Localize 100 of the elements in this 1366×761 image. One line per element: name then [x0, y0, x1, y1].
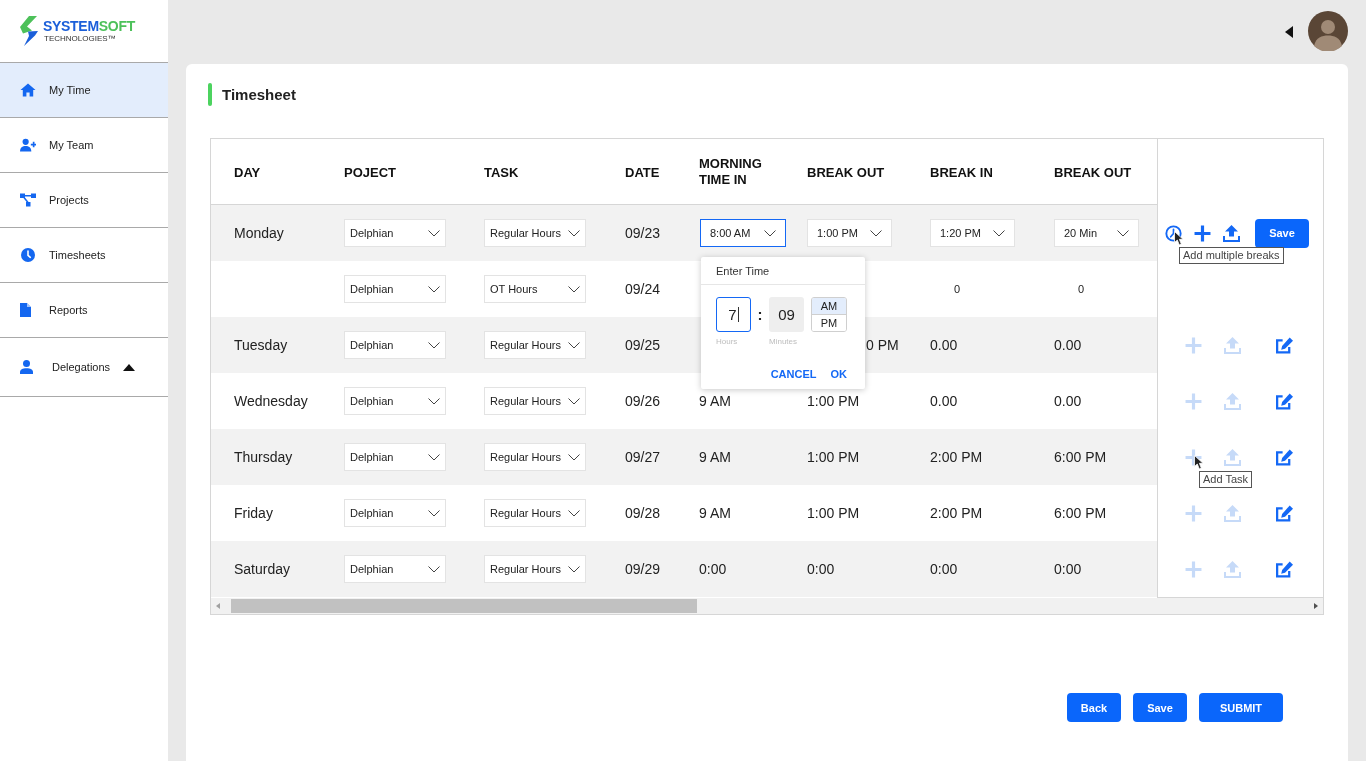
clock-icon — [20, 248, 36, 262]
break-count-cell: 0 — [954, 283, 961, 295]
submit-button[interactable]: SUBMIT — [1199, 693, 1283, 722]
time-cell: 2:00 PM — [930, 449, 983, 465]
task-select[interactable]: Regular Hours — [484, 387, 586, 415]
period-option[interactable]: PM — [812, 314, 846, 331]
logo-tagline: TECHNOLOGIES™ — [44, 33, 117, 44]
tooltip: Add Task — [1199, 470, 1253, 488]
time-cell: 6:00 PM — [1054, 449, 1107, 465]
chevron-down-icon — [568, 453, 580, 461]
task-select[interactable]: Regular Hours — [484, 555, 586, 583]
upload-icon[interactable] — [1223, 224, 1240, 242]
logo-name: SYSTEMSOFT — [43, 18, 135, 34]
project-select[interactable]: Delphian — [344, 219, 446, 247]
day-cell: Tuesday — [234, 337, 288, 353]
ok-button[interactable]: OK — [830, 368, 847, 380]
sidebar-item[interactable]: Reports — [0, 283, 168, 338]
task-select[interactable]: Regular Hours — [484, 331, 586, 359]
scrollbar-thumb[interactable] — [231, 599, 697, 613]
caret-left-icon[interactable] — [1285, 26, 1293, 38]
clock-icon[interactable] — [1165, 224, 1182, 242]
task-select[interactable]: Regular Hours — [484, 499, 586, 527]
time-cell: 1:00 PM — [807, 505, 860, 521]
time-select[interactable]: 20 Min — [1054, 219, 1139, 247]
user-plus-icon — [20, 138, 36, 152]
date-cell: 09/23 — [625, 225, 661, 241]
project-select[interactable]: Delphian — [344, 555, 446, 583]
project-select[interactable]: Delphian — [344, 443, 446, 471]
chevron-down-icon — [428, 509, 440, 517]
edit-icon[interactable] — [1276, 336, 1293, 354]
time-cell: 0.00 — [1054, 337, 1082, 353]
break-count-cell: 0 — [1078, 283, 1085, 295]
task-select[interactable]: OT Hours — [484, 275, 586, 303]
sidebar-item[interactable]: Projects — [0, 173, 168, 228]
logo-icon — [20, 16, 38, 46]
title-accent-bar — [208, 83, 212, 106]
caret-up-icon[interactable] — [123, 363, 136, 371]
day-cell: Friday — [234, 505, 273, 521]
date-cell: 09/28 — [625, 505, 661, 521]
date-cell: 09/25 — [625, 337, 661, 353]
time-cell: 6:00 PM — [1054, 505, 1107, 521]
minutes-field[interactable]: 09 — [769, 297, 804, 332]
sitemap-icon — [20, 193, 36, 207]
day-cell: Thursday — [234, 449, 293, 465]
column-header: DAY — [234, 164, 261, 181]
chevron-down-icon — [568, 285, 580, 293]
time-select[interactable]: 8:00 AM — [700, 219, 786, 247]
sidebar-item[interactable]: Timesheets — [0, 228, 168, 283]
chevron-down-icon — [428, 453, 440, 461]
user-avatar[interactable] — [1308, 11, 1348, 51]
mouse-pointer-icon — [1174, 230, 1184, 246]
time-cell: 0:00 — [699, 561, 727, 577]
project-select[interactable]: Delphian — [344, 275, 446, 303]
time-cell: 1:00 PM — [807, 449, 860, 465]
save-button[interactable]: Save — [1255, 218, 1309, 248]
task-select[interactable]: Regular Hours — [484, 219, 586, 247]
chevron-down-icon — [568, 341, 580, 349]
edit-icon[interactable] — [1276, 560, 1293, 578]
mouse-pointer-icon — [1194, 454, 1204, 470]
column-header: TASK — [484, 164, 519, 181]
project-select[interactable]: Delphian — [344, 331, 446, 359]
hours-field[interactable]: 7 — [716, 297, 751, 332]
picker-title: Enter Time — [716, 264, 770, 277]
tooltip: Add multiple breaks — [1179, 246, 1284, 264]
minutes-label: Minutes — [769, 337, 798, 346]
column-header: DATE — [625, 164, 660, 181]
date-cell: 09/26 — [625, 393, 661, 409]
time-cell: 9 AM — [699, 393, 731, 409]
chevron-down-icon — [428, 285, 440, 293]
edit-icon[interactable] — [1276, 448, 1293, 466]
edit-icon[interactable] — [1276, 504, 1293, 522]
document-icon — [20, 303, 31, 317]
chevron-down-icon — [1117, 229, 1129, 237]
horizontal-scrollbar[interactable] — [211, 598, 1323, 614]
project-select[interactable]: Delphian — [344, 387, 446, 415]
period-option[interactable]: AM — [812, 298, 846, 314]
date-cell: 09/27 — [625, 449, 661, 465]
time-select[interactable]: 1:00 PM — [807, 219, 892, 247]
column-header: POJECT — [344, 164, 396, 181]
cancel-button[interactable]: CANCEL — [770, 368, 817, 380]
chevron-down-icon — [428, 229, 440, 237]
sidebar-item[interactable]: My Team — [0, 118, 168, 173]
chevron-down-icon — [568, 397, 580, 405]
time-select[interactable]: 1:20 PM — [930, 219, 1015, 247]
column-header: BREAK IN — [930, 164, 993, 181]
edit-icon[interactable] — [1276, 392, 1293, 410]
time-cell: 9 AM — [699, 505, 731, 521]
task-select[interactable]: Regular Hours — [484, 443, 586, 471]
user-icon — [20, 360, 33, 374]
project-select[interactable]: Delphian — [344, 499, 446, 527]
sidebar-item[interactable]: My Time — [0, 63, 168, 118]
save-button[interactable]: Save — [1133, 693, 1187, 722]
time-cell: 0.00 — [930, 337, 958, 353]
sidebar-item[interactable]: Delegations — [0, 338, 168, 397]
time-cell: 9 AM — [699, 449, 731, 465]
day-cell: Monday — [234, 225, 284, 241]
back-button[interactable]: Back — [1067, 693, 1121, 722]
chevron-down-icon — [993, 229, 1005, 237]
time-cell: 0:00 — [930, 561, 958, 577]
time-cell: 1:00 PM — [807, 393, 860, 409]
